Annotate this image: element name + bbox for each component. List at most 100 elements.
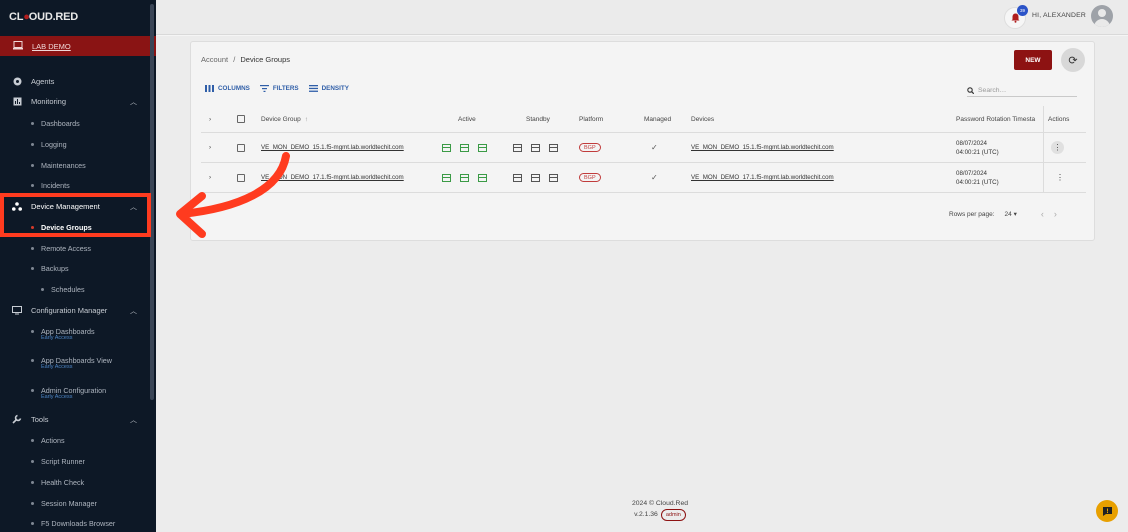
devices-link[interactable]: VE_MON_DEMO_17.1.f5-mgmt.lab.worldtechit… (691, 163, 834, 192)
app-logo[interactable]: CL ● OUD.RED (0, 0, 156, 34)
chevron-up-icon: ︿ (130, 99, 137, 106)
search-input[interactable]: Search… (967, 84, 1077, 97)
sidebar-item-backups[interactable]: Backups (0, 260, 150, 276)
chat-button[interactable] (1096, 500, 1118, 522)
filters-button[interactable]: FILTERS (259, 85, 299, 92)
sidebar-item-label: Configuration Manager (31, 305, 108, 315)
sidebar: CL ● OUD.RED LAB DEMO Agents Monitoring ︿ … (0, 0, 156, 532)
lab-selector[interactable]: LAB DEMO (0, 36, 156, 56)
device-management-icon (12, 201, 22, 211)
header-platform[interactable]: Platform (579, 106, 603, 132)
version-line: v.2.1.36 admin (634, 509, 686, 521)
sidebar-item-actions[interactable]: Actions (0, 432, 150, 448)
header-standby[interactable]: Standby (526, 106, 550, 132)
sidebar-item-session-manager[interactable]: Session Manager (0, 495, 150, 511)
header-active[interactable]: Active (458, 106, 476, 132)
device-icon (513, 143, 522, 152)
next-page-icon[interactable]: › (1054, 209, 1057, 219)
devices-link[interactable]: VE_MON_DEMO_15.1.f5-mgmt.lab.worldtechit… (691, 133, 834, 162)
notifications-button[interactable]: 39 (1004, 5, 1028, 29)
sidebar-item-label: Device Management (31, 201, 100, 211)
sidebar-item-app-dashboards-view[interactable]: App Dashboards View Early Access (0, 352, 150, 370)
avatar[interactable] (1091, 5, 1113, 27)
expand-all-icon[interactable]: › (209, 106, 211, 132)
table-row[interactable]: › VE_MON_DEMO_15.1.f5-mgmt.lab.worldtech… (201, 133, 1086, 163)
standby-devices[interactable] (513, 133, 567, 162)
user-greeting[interactable]: HI, ALEXANDER (1032, 12, 1086, 19)
device-icon (531, 143, 540, 152)
rotation-time: 04:00:21 (UTC) (956, 148, 999, 156)
sidebar-item-maintenances[interactable]: Maintenances (0, 157, 150, 173)
rotation-timestamp: 08/07/2024 04:00:21 (UTC) (956, 133, 999, 162)
header-label: Standby (526, 115, 550, 123)
rotation-date: 08/07/2024 (956, 139, 987, 147)
table-row[interactable]: › VE_MON_DEMO_17.1.f5-mgmt.lab.worldtech… (201, 163, 1086, 193)
row-actions-button[interactable]: ⋮ (1051, 133, 1064, 162)
breadcrumb-account[interactable]: Account (201, 55, 228, 64)
sidebar-item-label: Device Groups (41, 222, 92, 232)
table-toolbar: COLUMNS FILTERS DENSITY (205, 85, 349, 92)
early-access-badge: Early Access (41, 335, 73, 341)
row-actions-button[interactable]: ⋮ (1056, 163, 1064, 192)
header-device-group[interactable]: Device Group ↑ (261, 106, 308, 132)
select-all-checkbox[interactable] (237, 106, 245, 132)
sidebar-item-device-management[interactable]: Device Management ︿ (0, 197, 150, 215)
sidebar-item-schedules[interactable]: Schedules (0, 281, 150, 297)
header-password-rotation[interactable]: Password Rotation Timesta (956, 106, 1041, 132)
new-button[interactable]: NEW (1014, 50, 1052, 70)
device-groups-card: Account / Device Groups NEW ⟳ COLUMNS FI… (190, 41, 1095, 241)
sidebar-item-label: Actions (41, 435, 65, 445)
standby-devices[interactable] (513, 163, 567, 192)
sidebar-item-label: Remote Access (41, 243, 91, 253)
sidebar-item-label: Schedules (51, 284, 85, 294)
header-label: Platform (579, 115, 604, 123)
header-label: Password Rotation Timesta (956, 115, 1036, 123)
bullet-icon (31, 388, 34, 392)
sort-arrow-icon: ↑ (304, 115, 308, 123)
bullet-icon (31, 163, 34, 167)
sidebar-scrollbar[interactable] (150, 4, 154, 400)
sidebar-item-incidents[interactable]: Incidents (0, 177, 150, 193)
bullet-icon (31, 183, 34, 187)
chevron-up-icon: ︿ (130, 417, 137, 424)
devices-name: VE_MON_DEMO_17.1.f5-mgmt.lab.worldtechit… (691, 174, 834, 181)
search-icon (967, 86, 974, 94)
sidebar-item-admin-configuration[interactable]: Admin Configuration Early Access (0, 382, 150, 400)
sidebar-item-agents[interactable]: Agents (0, 72, 150, 90)
active-devices[interactable] (442, 163, 496, 192)
sidebar-item-tools[interactable]: Tools ︿ (0, 410, 150, 428)
header-label: Active (458, 115, 476, 123)
sidebar-item-monitoring[interactable]: Monitoring ︿ (0, 92, 150, 110)
columns-icon (205, 85, 214, 92)
columns-label: COLUMNS (218, 85, 250, 92)
monitoring-icon (12, 96, 22, 106)
laptop-icon (13, 40, 23, 52)
notifications-count: 39 (1017, 5, 1028, 16)
header-label: Devices (691, 115, 715, 123)
sidebar-item-dashboards[interactable]: Dashboards (0, 115, 150, 131)
table-header: › Device Group ↑ Active Standby Platform … (201, 106, 1086, 133)
rows-per-page-select[interactable]: 24 ▾ (1005, 210, 1017, 218)
sidebar-item-remote-access[interactable]: Remote Access (0, 240, 150, 256)
sidebar-item-app-dashboards[interactable]: App Dashboards Early Access (0, 323, 150, 341)
rotation-time: 04:00:21 (UTC) (956, 178, 999, 186)
device-icon (549, 143, 558, 152)
sidebar-item-f5-downloads-browser[interactable]: F5 Downloads Browser (0, 515, 150, 531)
sidebar-item-label: F5 Downloads Browser (41, 518, 116, 528)
sidebar-item-health-check[interactable]: Health Check (0, 474, 150, 490)
bullet-icon (41, 287, 44, 291)
sidebar-item-script-runner[interactable]: Script Runner (0, 453, 150, 469)
density-button[interactable]: DENSITY (308, 85, 349, 92)
refresh-button[interactable]: ⟳ (1061, 48, 1085, 72)
chevron-up-icon: ︿ (130, 204, 137, 211)
device-icon (460, 173, 469, 182)
active-devices[interactable] (442, 133, 496, 162)
header-managed[interactable]: Managed (644, 106, 671, 132)
prev-page-icon[interactable]: ‹ (1041, 209, 1044, 219)
header-devices[interactable]: Devices (691, 106, 714, 132)
columns-button[interactable]: COLUMNS (205, 85, 250, 92)
sidebar-item-logging[interactable]: Logging (0, 136, 150, 152)
header-label: Managed (644, 115, 672, 123)
sidebar-item-configuration-manager[interactable]: Configuration Manager ︿ (0, 301, 150, 319)
sidebar-item-device-groups[interactable]: Device Groups (0, 219, 150, 235)
